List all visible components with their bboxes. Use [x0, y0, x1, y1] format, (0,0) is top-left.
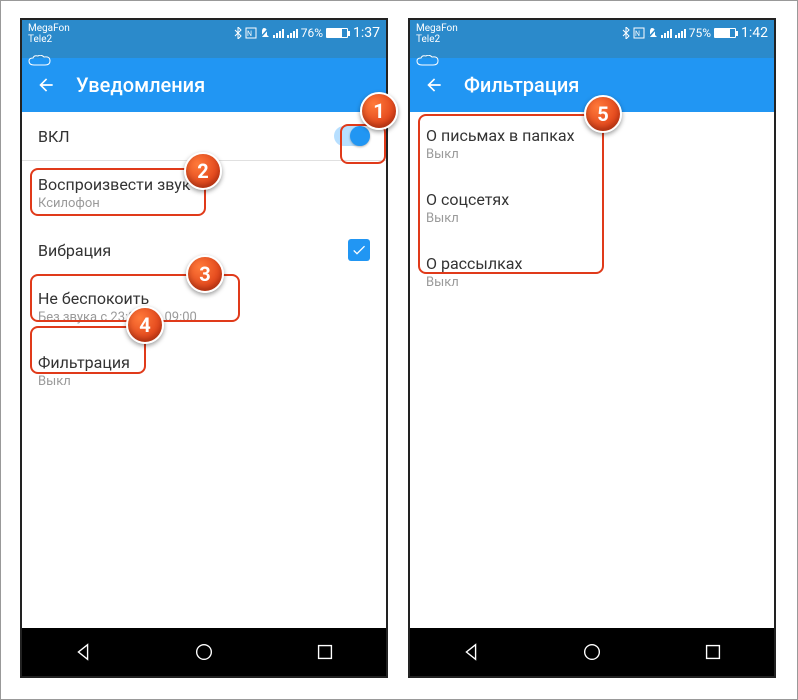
callout-badge-1: 1 — [360, 92, 398, 130]
nav-recent-icon[interactable] — [702, 641, 724, 663]
filter-value: Выкл — [38, 374, 130, 389]
status-icons: N 76% 1:37 — [234, 25, 380, 41]
signal-1-icon — [661, 29, 672, 38]
back-arrow-icon[interactable] — [424, 75, 444, 95]
sound-value: Ксилофон — [38, 196, 190, 211]
phone-screenshot-left: MegaFon Tele2 N 76% 1:37 Уведомления ВКЛ — [20, 18, 388, 678]
folders-label: О письмах в папках — [426, 126, 575, 145]
dnd-label: Не беспокоить — [38, 289, 197, 308]
enabled-label: ВКЛ — [38, 127, 70, 146]
vibration-label: Вибрация — [38, 241, 111, 260]
signal-2-icon — [675, 29, 686, 38]
callout-badge-3: 3 — [186, 255, 224, 293]
status-bar: MegaFon Tele2 N 76% 1:37 — [22, 20, 386, 58]
callout-badge-4: 4 — [126, 306, 164, 344]
status-bar: MegaFon Tele2 N 75% 1:42 — [410, 20, 774, 58]
clock: 1:37 — [353, 25, 380, 41]
cloud-icon — [28, 55, 52, 67]
bluetooth-icon — [622, 27, 630, 39]
page-title: Фильтрация — [464, 73, 579, 97]
newsletters-value: Выкл — [426, 275, 522, 290]
back-arrow-icon[interactable] — [36, 75, 56, 95]
newsletters-label: О рассылках — [426, 254, 522, 273]
battery-icon — [714, 28, 736, 38]
carrier-info: MegaFon Tele2 — [28, 23, 70, 70]
nav-recent-icon[interactable] — [314, 641, 336, 663]
settings-list: О письмах в папках Выкл О соцсетях Выкл … — [410, 112, 774, 304]
sound-label: Воспроизвести звук — [38, 175, 190, 194]
carrier-1: MegaFon — [416, 23, 458, 34]
social-value: Выкл — [426, 211, 509, 226]
check-icon — [351, 242, 367, 258]
battery-icon — [326, 28, 348, 38]
social-label: О соцсетях — [426, 190, 509, 209]
folders-value: Выкл — [426, 147, 575, 162]
nav-home-icon[interactable] — [193, 641, 215, 663]
callout-badge-5: 5 — [584, 95, 622, 133]
nfc-icon: N — [245, 27, 257, 39]
clock: 1:42 — [741, 25, 768, 41]
nav-back-icon[interactable] — [72, 641, 94, 663]
dnd-value: Без звука с 23:00 до 09:00 — [38, 310, 197, 325]
signal-2-icon — [287, 29, 298, 38]
carrier-2: Tele2 — [28, 34, 70, 45]
android-nav-bar — [22, 628, 386, 676]
vibration-checkbox[interactable] — [348, 239, 370, 261]
row-filter[interactable]: Фильтрация Выкл — [22, 339, 386, 403]
app-bar: Уведомления — [22, 58, 386, 112]
bluetooth-icon — [234, 27, 242, 39]
carrier-2: Tele2 — [416, 34, 458, 45]
android-nav-bar — [410, 628, 774, 676]
callout-badge-2: 2 — [184, 152, 222, 190]
nav-home-icon[interactable] — [581, 641, 603, 663]
nfc-icon: N — [633, 27, 645, 39]
svg-text:N: N — [247, 30, 252, 38]
signal-1-icon — [273, 29, 284, 38]
battery-percent: 76% — [301, 26, 323, 40]
status-icons: N 75% 1:42 — [622, 25, 768, 41]
battery-percent: 75% — [689, 26, 711, 40]
svg-text:N: N — [635, 30, 640, 38]
mute-icon — [260, 27, 270, 39]
nav-back-icon[interactable] — [460, 641, 482, 663]
row-newsletters[interactable]: О рассылках Выкл — [410, 240, 774, 304]
carrier-1: MegaFon — [28, 23, 70, 34]
filter-label: Фильтрация — [38, 353, 130, 372]
row-social[interactable]: О соцсетях Выкл — [410, 176, 774, 240]
page-title: Уведомления — [76, 73, 205, 97]
carrier-info: MegaFon Tele2 — [416, 23, 458, 70]
enabled-toggle[interactable] — [334, 126, 370, 146]
mute-icon — [648, 27, 658, 39]
cloud-icon — [416, 55, 440, 67]
